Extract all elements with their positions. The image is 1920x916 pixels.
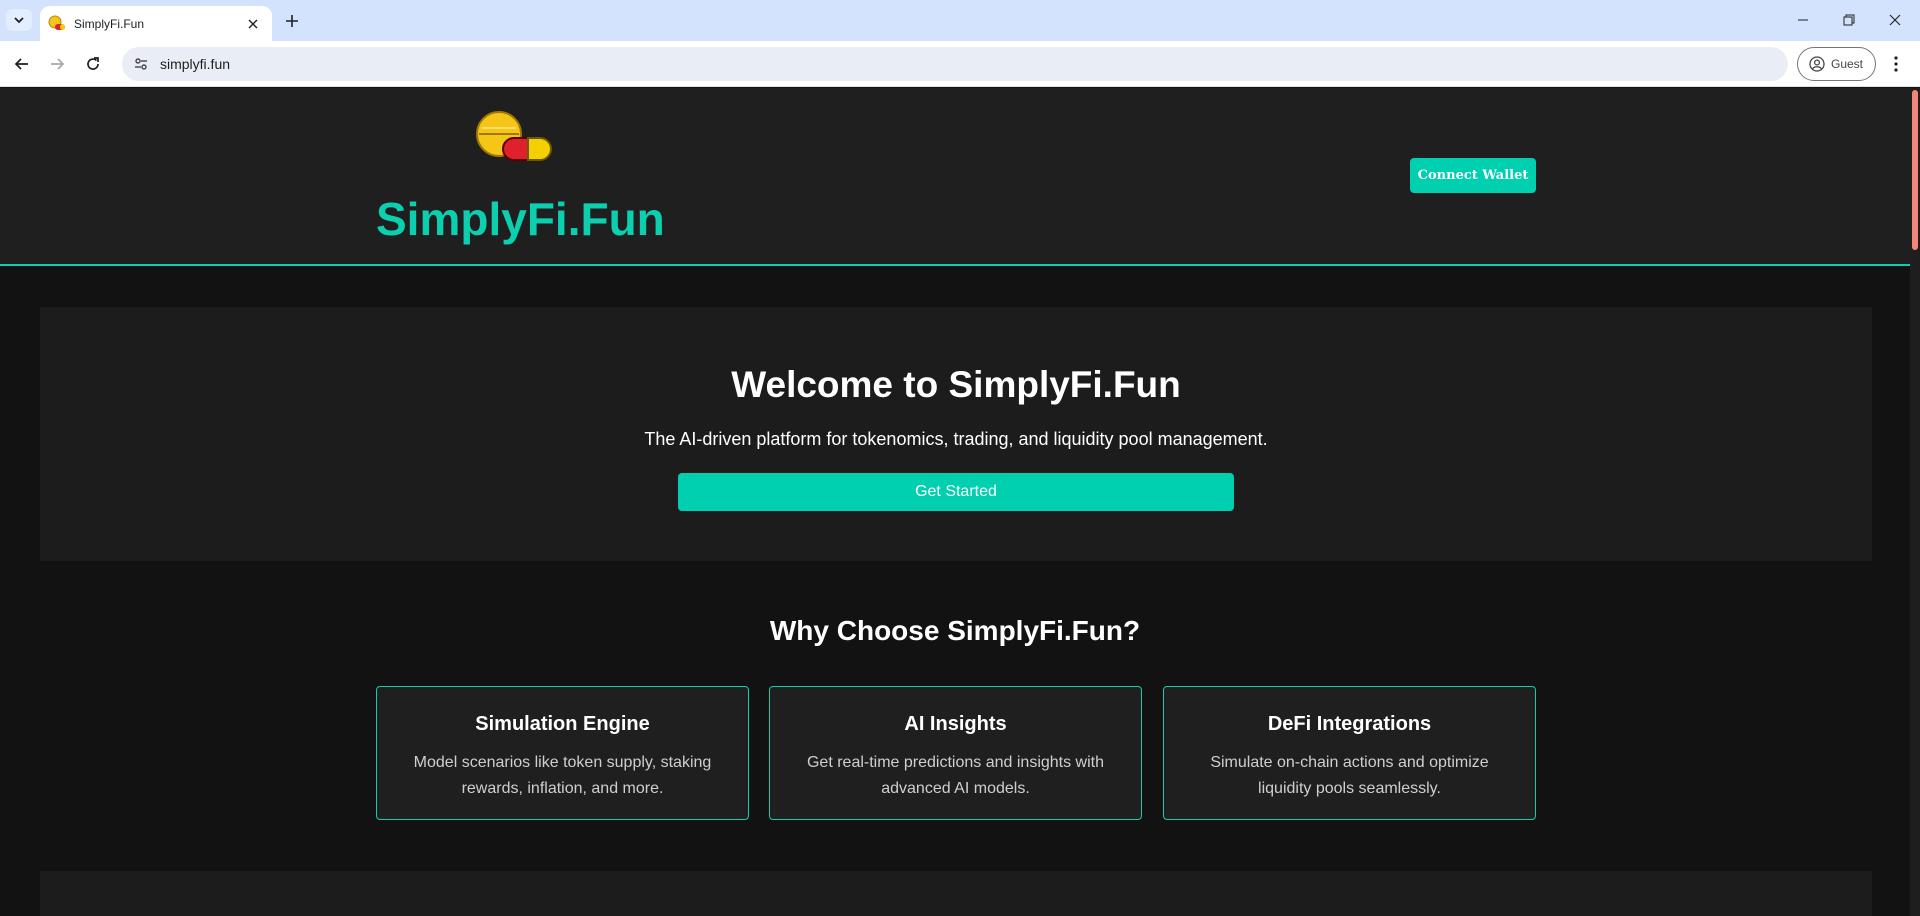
close-icon xyxy=(1889,14,1901,26)
close-window-button[interactable] xyxy=(1872,0,1918,40)
hero-title: Welcome to SimplyFi.Fun xyxy=(731,364,1181,405)
minimize-icon xyxy=(1798,19,1808,21)
restore-button[interactable] xyxy=(1826,0,1872,40)
address-bar[interactable]: simplyfi.fun xyxy=(122,47,1788,81)
chevron-down-icon xyxy=(14,17,24,24)
connect-wallet-button[interactable]: Connect Wallet xyxy=(1410,158,1536,193)
feature-description: Model scenarios like token supply, staki… xyxy=(413,754,712,797)
site-header: SimplyFi.Fun Connect Wallet xyxy=(0,88,1910,266)
new-tab-button[interactable] xyxy=(280,9,304,33)
browser-menu-button[interactable] xyxy=(1882,50,1910,78)
site-info-icon xyxy=(135,58,147,70)
kebab-menu-icon xyxy=(1894,56,1898,72)
feature-card-defi-integrations: DeFi Integrations Simulate on-chain acti… xyxy=(1163,686,1536,820)
feature-card-simulation-engine: Simulation Engine Model scenarios like t… xyxy=(376,686,749,820)
feature-title: DeFi Integrations xyxy=(1267,713,1432,735)
forward-button[interactable] xyxy=(43,50,71,78)
forward-icon xyxy=(51,58,65,70)
hero-subtitle: The AI-driven platform for tokenomics, t… xyxy=(644,429,1268,449)
browser-tab-strip: SimplyFi.Fun xyxy=(0,0,1920,41)
brand-title[interactable]: SimplyFi.Fun xyxy=(376,192,665,246)
feature-title: AI Insights xyxy=(904,713,1007,735)
close-icon xyxy=(248,19,258,28)
reload-icon xyxy=(87,57,99,70)
next-section xyxy=(40,871,1872,916)
tab-list-button[interactable] xyxy=(6,9,32,31)
pill-coin-logo-icon xyxy=(48,15,65,30)
profile-label: Guest xyxy=(1831,57,1864,71)
back-button[interactable] xyxy=(8,50,36,78)
active-tab[interactable]: SimplyFi.Fun xyxy=(40,6,272,41)
tab-close-button[interactable] xyxy=(242,13,264,35)
page-viewport: SimplyFi.Fun Connect Wallet Welcome to S… xyxy=(0,88,1910,916)
back-icon xyxy=(14,58,28,70)
features-heading: Why Choose SimplyFi.Fun? xyxy=(769,615,1141,646)
scrollbar-thumb[interactable] xyxy=(1912,90,1918,250)
page-scrollbar[interactable] xyxy=(1910,88,1920,916)
feature-card-ai-insights: AI Insights Get real-time predictions an… xyxy=(769,686,1142,820)
reload-button[interactable] xyxy=(79,50,107,78)
site-info-button[interactable] xyxy=(126,49,156,79)
get-started-button[interactable]: Get Started xyxy=(678,473,1234,511)
minimize-button[interactable] xyxy=(1780,0,1826,40)
tab-title: SimplyFi.Fun xyxy=(74,16,145,31)
feature-title: Simulation Engine xyxy=(475,713,650,735)
profile-button[interactable]: Guest xyxy=(1797,47,1876,81)
hero-section: Welcome to SimplyFi.Fun The AI-driven pl… xyxy=(40,307,1872,561)
feature-description: Get real-time predictions and insights w… xyxy=(806,754,1105,797)
plus-icon xyxy=(286,15,298,27)
browser-toolbar: simplyfi.fun Guest xyxy=(0,41,1920,87)
feature-description: Simulate on-chain actions and optimize l… xyxy=(1210,754,1489,797)
restore-icon xyxy=(1843,14,1855,26)
url-text: simplyfi.fun xyxy=(160,56,231,72)
profile-icon xyxy=(1809,56,1825,72)
pill-coin-logo-icon xyxy=(476,111,552,161)
